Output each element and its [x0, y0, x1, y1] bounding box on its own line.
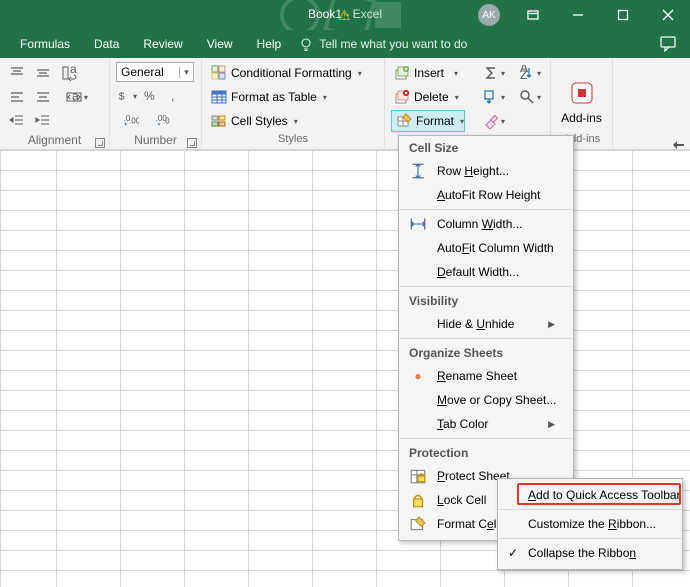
svg-text:.00: .00: [129, 117, 139, 126]
delete-button[interactable]: Delete▾: [391, 86, 465, 108]
align-left-button[interactable]: [6, 86, 28, 108]
ribbon-display-options-button[interactable]: [510, 0, 555, 30]
tab-view[interactable]: View: [195, 30, 245, 58]
menu-item-collapse-ribbon[interactable]: ✓Collapse the Ribbon: [498, 541, 682, 565]
align-middle-button[interactable]: [32, 62, 54, 84]
group-label-alignment: Alignment: [0, 133, 109, 149]
maximize-button[interactable]: [600, 0, 645, 30]
ribbon: ab a▾ Alignment General▾ $▾ % , .0.00 .0…: [0, 58, 690, 150]
svg-text:ab: ab: [70, 65, 77, 76]
warning-icon: ⚠: [338, 7, 351, 24]
menu-item-tab-color[interactable]: Tab Color▶: [399, 412, 573, 436]
dialog-launcher-icon[interactable]: [187, 138, 197, 148]
increase-indent-button[interactable]: [32, 110, 54, 132]
ribbon-tabs: Formulas Data Review View Help Tell me w…: [0, 30, 690, 58]
group-label-number: Number: [110, 133, 201, 149]
submenu-arrow-icon: ▶: [548, 419, 555, 430]
menu-item-row-height[interactable]: Row Height...: [399, 159, 573, 183]
menu-item-customize-ribbon[interactable]: Customize the Ribbon...: [498, 512, 682, 536]
format-cells-icon: [409, 515, 427, 533]
title-bar: Book1 - Excel ⚠ AK: [0, 0, 690, 30]
autosum-button[interactable]: ▾: [477, 62, 511, 84]
menu-item-default-width[interactable]: Default Width...: [399, 260, 573, 284]
context-menu: Add to Quick Access Toolbar Customize th…: [497, 478, 683, 570]
group-number: General▾ $▾ % , .0.00 .00.0 Number: [110, 58, 202, 149]
submenu-arrow-icon: ▶: [548, 319, 555, 330]
addins-icon: [568, 79, 596, 107]
number-format-combo[interactable]: General▾: [116, 62, 194, 82]
menu-item-move-copy[interactable]: Move or Copy Sheet...: [399, 388, 573, 412]
svg-text:%: %: [144, 89, 155, 103]
close-button[interactable]: [645, 0, 690, 30]
tab-help[interactable]: Help: [245, 30, 294, 58]
svg-text:,: ,: [171, 89, 174, 103]
menu-section-organize: Organize Sheets: [399, 341, 573, 364]
menu-section-protection: Protection: [399, 441, 573, 464]
increase-decimal-button[interactable]: .0.00: [116, 110, 146, 132]
find-select-button[interactable]: ▾: [515, 86, 545, 108]
align-top-button[interactable]: [6, 62, 28, 84]
conditional-formatting-button[interactable]: Conditional Formatting▾: [208, 62, 378, 84]
comments-icon[interactable]: [660, 36, 678, 52]
lightbulb-icon: [299, 37, 313, 51]
check-icon: ✓: [508, 546, 518, 560]
clear-button[interactable]: ▾: [477, 110, 511, 132]
column-width-icon: [409, 215, 427, 233]
comma-style-button[interactable]: ,: [164, 85, 186, 107]
lock-icon: [409, 491, 427, 509]
fill-button[interactable]: ▾: [477, 86, 511, 108]
cell-styles-button[interactable]: Cell Styles▾: [208, 110, 378, 132]
tab-review[interactable]: Review: [131, 30, 194, 58]
group-styles: Conditional Formatting▾ Format as Table▾…: [202, 58, 385, 149]
account-badge[interactable]: AK: [478, 4, 500, 26]
row-height-icon: [409, 162, 427, 180]
sort-filter-button[interactable]: AZ▾: [515, 62, 545, 84]
addins-button[interactable]: Add-ins: [557, 62, 606, 133]
accounting-format-button[interactable]: $▾: [116, 85, 138, 107]
menu-item-autofit-column[interactable]: AutoFit Column Width: [399, 236, 573, 260]
menu-item-add-qat[interactable]: Add to Quick Access Toolbar: [498, 483, 682, 507]
svg-text:.0: .0: [163, 117, 170, 126]
svg-text:Z: Z: [520, 68, 527, 81]
insert-button[interactable]: Insert▾: [391, 62, 465, 84]
addins-label: Add-ins: [561, 111, 602, 125]
protect-sheet-icon: [409, 467, 427, 485]
menu-item-rename-sheet[interactable]: ●Rename Sheet: [399, 364, 573, 388]
align-center-button[interactable]: [32, 86, 54, 108]
tab-formulas[interactable]: Formulas: [8, 30, 82, 58]
menu-section-visibility: Visibility: [399, 289, 573, 312]
group-alignment: ab a▾ Alignment: [0, 58, 110, 149]
decrease-decimal-button[interactable]: .00.0: [148, 110, 178, 132]
tab-data[interactable]: Data: [82, 30, 131, 58]
menu-item-autofit-row[interactable]: AutoFit Row Height: [399, 183, 573, 207]
menu-section-cellsize: Cell Size: [399, 136, 573, 159]
menu-item-hide-unhide[interactable]: Hide & Unhide▶: [399, 312, 573, 336]
svg-text:$: $: [119, 91, 125, 102]
wrap-text-button[interactable]: ab: [58, 62, 80, 84]
tell-me-search[interactable]: Tell me what you want to do: [299, 37, 467, 51]
group-label-styles: Styles: [202, 133, 384, 149]
dialog-launcher-icon[interactable]: [95, 138, 105, 148]
minimize-button[interactable]: [555, 0, 600, 30]
tell-me-label: Tell me what you want to do: [319, 37, 467, 51]
format-button[interactable]: Format▾: [391, 110, 465, 132]
merge-center-button[interactable]: a▾: [58, 86, 96, 108]
format-as-table-button[interactable]: Format as Table▾: [208, 86, 378, 108]
svg-text:a: a: [72, 89, 79, 103]
decrease-indent-button[interactable]: [6, 110, 28, 132]
percent-button[interactable]: %: [140, 85, 162, 107]
menu-item-column-width[interactable]: Column Width...: [399, 212, 573, 236]
rename-icon: ●: [409, 367, 427, 385]
